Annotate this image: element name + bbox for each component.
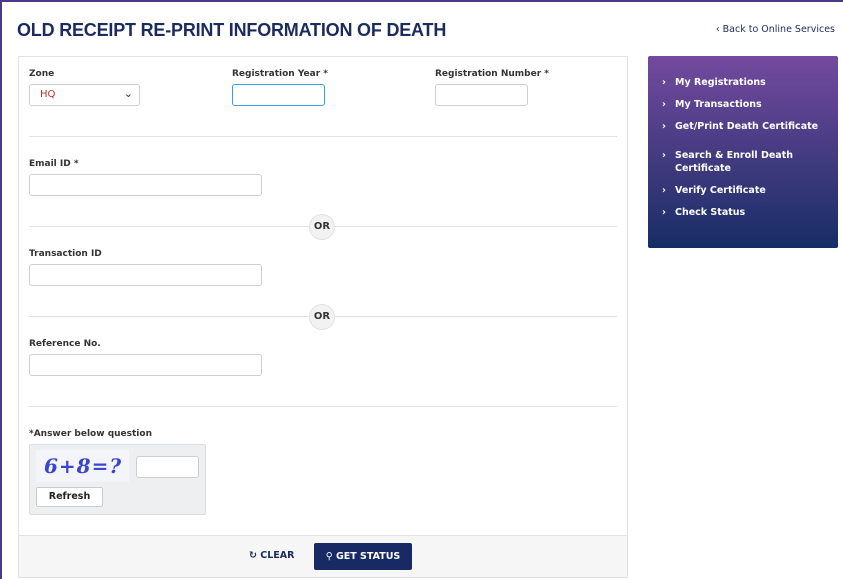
captcha-box: 6+8=? Refresh — [29, 444, 206, 515]
registration-number-label: Registration Number * — [435, 69, 549, 79]
email-label: Email ID * — [29, 159, 79, 169]
clear-button[interactable]: ↻ CLEAR — [249, 550, 294, 561]
chevron-right-icon: › — [662, 207, 666, 218]
registration-year-input[interactable] — [232, 84, 325, 106]
registration-number-input[interactable] — [435, 84, 528, 106]
zone-label: Zone — [29, 69, 55, 79]
email-input[interactable] — [29, 174, 262, 196]
chevron-down-icon: ⌄ — [123, 87, 133, 100]
captcha-answer-input[interactable] — [136, 456, 199, 478]
transaction-id-label: Transaction ID — [29, 249, 102, 259]
zone-value: HQ — [40, 89, 56, 100]
refresh-icon: ↻ — [249, 550, 261, 561]
captcha-image: 6+8=? — [36, 450, 129, 482]
form-footer: ↻ CLEAR ⚲ GET STATUS — [19, 535, 627, 577]
divider — [29, 406, 617, 407]
sidebar-item-label: Get/Print Death Certificate — [675, 121, 819, 132]
sidebar-item-label: My Transactions — [675, 99, 762, 110]
sidebar-item-label: Search & Enroll Death Certificate — [675, 150, 794, 174]
reference-no-label: Reference No. — [29, 339, 101, 349]
sidebar-item-label: Check Status — [675, 207, 746, 218]
clear-label: CLEAR — [260, 550, 295, 561]
sidebar-item-search-enroll[interactable]: › Search & Enroll Death Certificate — [662, 149, 838, 175]
chevron-right-icon: › — [662, 150, 666, 161]
get-status-button[interactable]: ⚲ GET STATUS — [314, 543, 412, 570]
sidebar-item-my-registrations[interactable]: › My Registrations — [662, 76, 838, 89]
registration-year-label: Registration Year * — [232, 69, 328, 79]
sidebar-item-label: My Registrations — [675, 77, 766, 88]
search-icon: ⚲ — [325, 551, 336, 562]
sidebar-item-verify-certificate[interactable]: › Verify Certificate — [662, 184, 838, 197]
divider — [29, 136, 617, 137]
reference-no-input[interactable] — [29, 354, 262, 376]
chevron-right-icon: › — [662, 99, 666, 110]
sidebar-menu: › My Registrations › My Transactions › Get/… — [648, 56, 838, 248]
captcha-label: *Answer below question — [29, 429, 152, 439]
sidebar-item-check-status[interactable]: › Check Status — [662, 206, 838, 219]
zone-select[interactable]: HQ ⌄ — [29, 84, 140, 106]
chevron-right-icon: › — [662, 77, 666, 88]
or-separator: OR — [309, 214, 335, 240]
refresh-captcha-button[interactable]: Refresh — [36, 487, 103, 507]
back-to-online-services-link[interactable]: ‹ Back to Online Services — [716, 24, 835, 35]
sidebar-item-get-print-certificate[interactable]: › Get/Print Death Certificate — [662, 120, 838, 133]
chevron-right-icon: › — [662, 121, 666, 132]
or-separator: OR — [309, 304, 335, 330]
form-card: Zone HQ ⌄ Registration Year * Registratio… — [18, 56, 628, 578]
page-title: OLD RECEIPT RE-PRINT INFORMATION OF DEAT… — [17, 20, 447, 40]
sidebar-item-my-transactions[interactable]: › My Transactions — [662, 98, 838, 111]
sidebar-item-label: Verify Certificate — [675, 185, 766, 196]
transaction-id-input[interactable] — [29, 264, 262, 286]
get-status-label: GET STATUS — [335, 551, 401, 562]
chevron-right-icon: › — [662, 185, 666, 196]
